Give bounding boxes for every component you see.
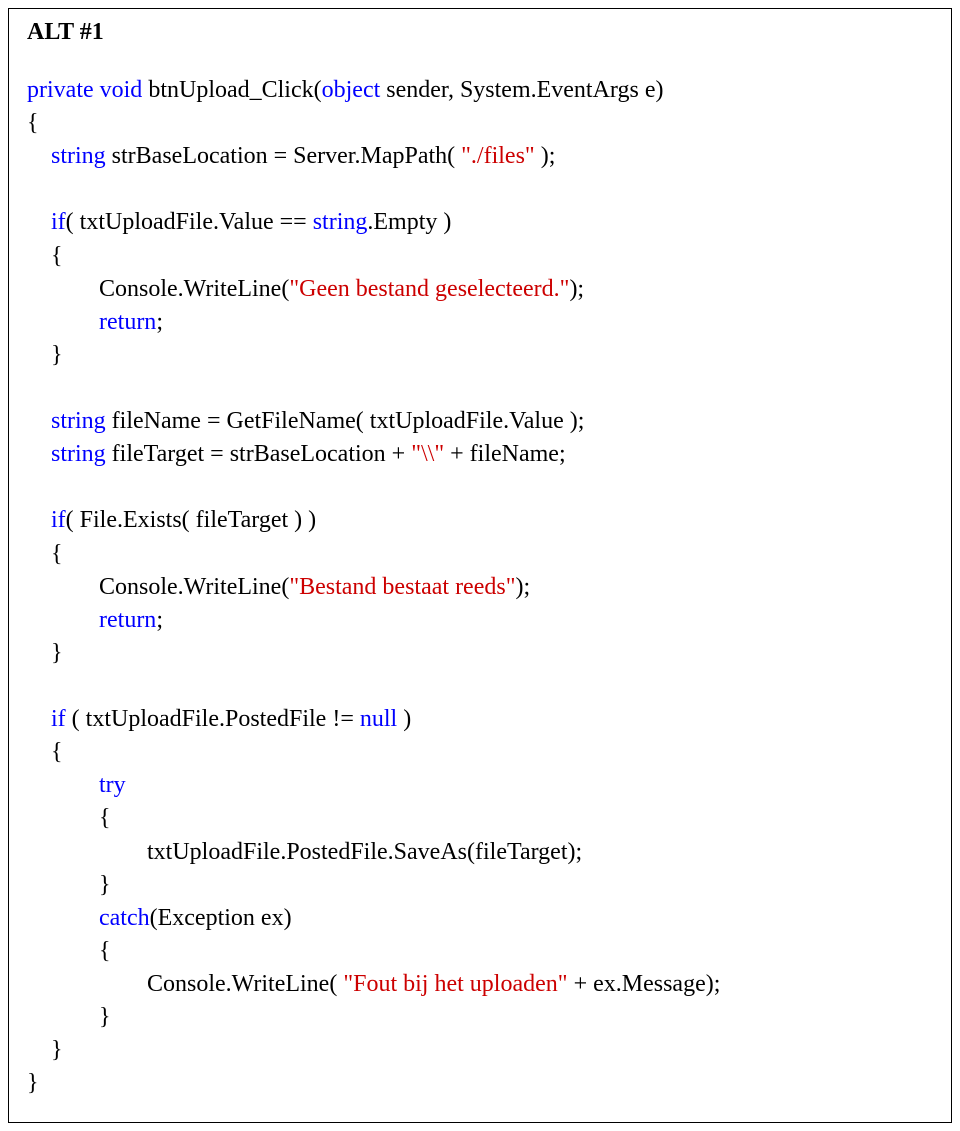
code-keyword: return bbox=[99, 607, 156, 633]
code-keyword: return bbox=[99, 309, 156, 335]
code-text: ( txtUploadFile.Value == bbox=[66, 209, 313, 235]
code-block: private void btnUpload_Click(object send… bbox=[27, 74, 933, 1100]
code-keyword: string bbox=[313, 209, 368, 235]
code-keyword: try bbox=[99, 772, 126, 798]
code-string: "\\" bbox=[411, 441, 444, 467]
code-string: "./files" bbox=[461, 143, 535, 169]
code-string: "Bestand bestaat reeds" bbox=[289, 574, 515, 600]
code-keyword: string bbox=[51, 143, 106, 169]
code-text: ( txtUploadFile.PostedFile != bbox=[66, 706, 360, 732]
code-keyword: catch bbox=[99, 905, 150, 931]
code-keyword: private void bbox=[27, 77, 142, 103]
code-string: "Fout bij het uploaden" bbox=[343, 971, 567, 997]
page-frame: ALT #1 private void btnUpload_Click(obje… bbox=[8, 8, 952, 1123]
code-text: ( File.Exists( fileTarget ) ) { Console.… bbox=[27, 507, 316, 599]
code-keyword: null bbox=[360, 706, 397, 732]
code-keyword: string bbox=[51, 408, 106, 434]
code-text: strBaseLocation = Server.MapPath( bbox=[106, 143, 461, 169]
code-string: "Geen bestand geselecteerd." bbox=[289, 276, 569, 302]
code-keyword: if bbox=[51, 706, 66, 732]
code-keyword: string bbox=[51, 441, 106, 467]
code-text: btnUpload_Click( bbox=[142, 77, 321, 103]
alt-heading: ALT #1 bbox=[27, 19, 933, 46]
code-keyword: object bbox=[322, 77, 381, 103]
code-keyword: if bbox=[51, 209, 66, 235]
code-text: fileTarget = strBaseLocation + bbox=[106, 441, 412, 467]
code-keyword: if bbox=[51, 507, 66, 533]
